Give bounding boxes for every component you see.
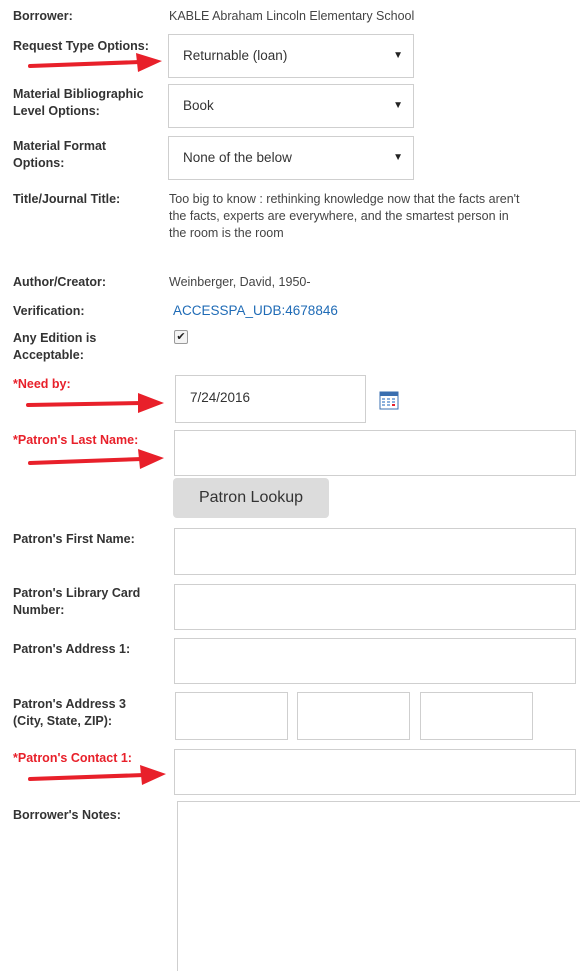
red-arrow-patron-contact <box>28 765 166 785</box>
bib-level-select[interactable]: Book ▼ <box>168 84 414 128</box>
bib-level-label: Material Bibliographic Level Options: <box>13 87 144 118</box>
borrower-notes-textarea[interactable] <box>177 801 580 971</box>
red-arrow-need-by <box>26 393 164 413</box>
chevron-down-icon: ▼ <box>393 50 403 61</box>
patron-card-input[interactable] <box>174 584 576 630</box>
any-edition-label: Any Edition is Acceptable: <box>13 331 97 362</box>
material-format-selected: None of the below <box>183 150 292 165</box>
patron-address3-label: Patron's Address 3 (City, State, ZIP): <box>13 697 126 728</box>
request-type-selected: Returnable (loan) <box>183 48 288 63</box>
red-arrow-patron-last-name <box>28 449 164 469</box>
title-value: Too big to know : rethinking knowledge n… <box>169 192 520 240</box>
any-edition-checkbox[interactable]: ✔ <box>174 330 188 344</box>
patron-state-input[interactable] <box>297 692 410 740</box>
material-format-select[interactable]: None of the below ▼ <box>168 136 414 180</box>
patron-address1-input[interactable] <box>174 638 576 684</box>
borrower-notes-label: Borrower's Notes: <box>13 808 121 822</box>
borrower-label: Borrower: <box>13 9 73 23</box>
borrower-value: KABLE Abraham Lincoln Elementary School <box>169 9 415 23</box>
verification-label: Verification: <box>13 304 85 318</box>
request-type-select[interactable]: Returnable (loan) ▼ <box>168 34 414 78</box>
title-label: Title/Journal Title: <box>13 192 121 206</box>
patron-lookup-button[interactable]: Patron Lookup <box>173 478 329 518</box>
patron-contact-input[interactable] <box>174 749 576 795</box>
calendar-icon[interactable] <box>379 390 399 410</box>
check-icon: ✔ <box>176 331 186 343</box>
need-by-label: *Need by: <box>13 377 71 391</box>
bib-level-selected: Book <box>183 98 214 113</box>
need-by-value: 7/24/2016 <box>190 390 251 405</box>
patron-first-name-input[interactable] <box>174 528 576 575</box>
patron-card-label: Patron's Library Card Number: <box>13 586 141 617</box>
patron-address1-label: Patron's Address 1: <box>13 642 131 656</box>
patron-last-name-input[interactable] <box>174 430 576 476</box>
chevron-down-icon: ▼ <box>393 100 403 111</box>
patron-zip-input[interactable] <box>420 692 533 740</box>
red-arrow-request-type <box>28 53 162 72</box>
material-format-label: Material Format Options: <box>13 139 107 170</box>
chevron-down-icon: ▼ <box>393 152 403 163</box>
author-label: Author/Creator: <box>13 275 107 289</box>
verification-link[interactable]: ACCESSPA_UDB:4678846 <box>173 302 338 319</box>
patron-first-name-label: Patron's First Name: <box>13 532 135 546</box>
patron-city-input[interactable] <box>175 692 288 740</box>
author-value: Weinberger, David, 1950- <box>169 275 311 289</box>
need-by-input[interactable]: 7/24/2016 <box>175 375 366 423</box>
patron-last-name-label: *Patron's Last Name: <box>13 433 139 447</box>
